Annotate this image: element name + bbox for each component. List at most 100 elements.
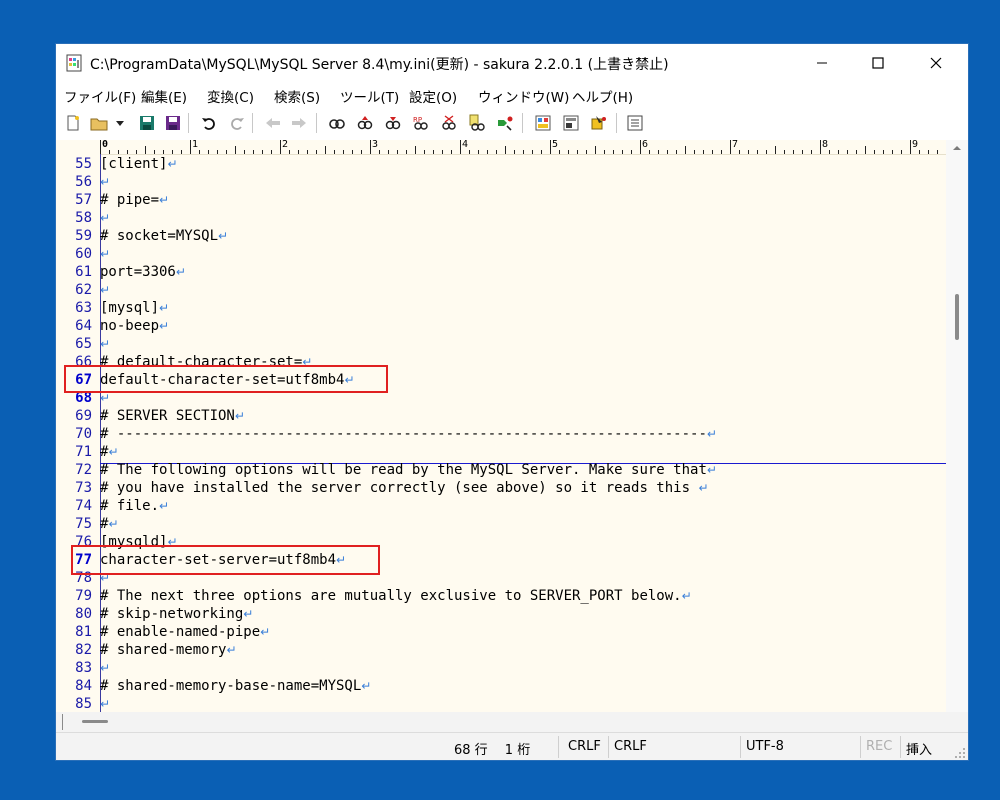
- encoding-indicator[interactable]: UTF-8: [746, 739, 784, 754]
- tag-jump-icon[interactable]: [496, 114, 514, 132]
- code-line[interactable]: ↵: [100, 695, 110, 713]
- line-number[interactable]: 65: [56, 335, 92, 353]
- code-line[interactable]: ↵: [100, 245, 110, 263]
- code-line[interactable]: # socket=MYSQL↵: [100, 227, 228, 245]
- menu-file[interactable]: ファイル(F): [64, 86, 136, 106]
- line-number[interactable]: 79: [56, 587, 92, 605]
- minimize-button[interactable]: [794, 44, 850, 82]
- replace-icon[interactable]: RP: [412, 114, 430, 132]
- code-line[interactable]: # file.↵: [100, 497, 169, 515]
- code-line[interactable]: port=3306↵: [100, 263, 186, 281]
- code-line[interactable]: # enable-named-pipe↵: [100, 623, 270, 641]
- line-number[interactable]: 58: [56, 209, 92, 227]
- line-number[interactable]: 71: [56, 443, 92, 461]
- vertical-scrollbar[interactable]: [946, 140, 968, 732]
- code-line[interactable]: #↵: [100, 515, 119, 533]
- save-all-icon[interactable]: [164, 114, 182, 132]
- open-folder-icon[interactable]: [90, 114, 108, 132]
- menu-settings[interactable]: 設定(O): [409, 86, 457, 106]
- search-prev-icon[interactable]: [356, 114, 374, 132]
- scroll-up-icon[interactable]: [946, 142, 968, 154]
- vertical-scroll-thumb[interactable]: [955, 294, 959, 340]
- menu-edit[interactable]: 編集(E): [141, 86, 187, 106]
- line-number[interactable]: 62: [56, 281, 92, 299]
- line-number[interactable]: 69: [56, 407, 92, 425]
- code-line[interactable]: # --------------------------------------…: [100, 425, 717, 443]
- search-icon[interactable]: [328, 114, 346, 132]
- line-number[interactable]: 63: [56, 299, 92, 317]
- toolbar-separator: [522, 113, 523, 133]
- rec-indicator[interactable]: REC: [866, 739, 892, 754]
- scroll-split-handle[interactable]: [62, 714, 63, 730]
- code-line[interactable]: ↵: [100, 173, 110, 191]
- resize-grip-icon[interactable]: [954, 747, 966, 759]
- line-number[interactable]: 64: [56, 317, 92, 335]
- code-line[interactable]: # skip-networking↵: [100, 605, 253, 623]
- code-line[interactable]: ↵: [100, 335, 110, 353]
- horizontal-scroll-thumb[interactable]: [82, 720, 108, 723]
- new-file-icon[interactable]: [64, 114, 82, 132]
- compare-icon[interactable]: [534, 114, 552, 132]
- settings-icon[interactable]: [626, 114, 644, 132]
- line-number[interactable]: 56: [56, 173, 92, 191]
- code-line[interactable]: #↵: [100, 443, 119, 461]
- ruler-label: 2: [282, 140, 289, 150]
- macro-icon[interactable]: [590, 114, 608, 132]
- outline-icon[interactable]: [562, 114, 580, 132]
- line-number[interactable]: 72: [56, 461, 92, 479]
- menu-search[interactable]: 検索(S): [274, 86, 320, 106]
- code-line[interactable]: # you have installed the server correctl…: [100, 479, 709, 497]
- grep-icon[interactable]: [468, 114, 486, 132]
- code-line[interactable]: # shared-memory↵: [100, 641, 237, 659]
- line-number[interactable]: 55: [56, 155, 92, 173]
- redo-icon[interactable]: [228, 114, 246, 132]
- code-line[interactable]: [mysql]↵: [100, 299, 169, 317]
- menu-convert[interactable]: 変換(C): [207, 86, 254, 106]
- line-number[interactable]: 70: [56, 425, 92, 443]
- eol-type-indicator[interactable]: CRLF: [568, 739, 601, 754]
- line-number[interactable]: 74: [56, 497, 92, 515]
- open-dropdown-icon[interactable]: [114, 114, 126, 132]
- text-content-area[interactable]: [client]↵ ↵ # pipe=↵ ↵ # socket=MYSQL↵ ↵ port=…: [100, 154, 946, 732]
- line-number[interactable]: 80: [56, 605, 92, 623]
- line-number[interactable]: 84: [56, 677, 92, 695]
- menu-help[interactable]: ヘルプ(H): [572, 86, 633, 106]
- maximize-button[interactable]: [850, 44, 906, 82]
- line-number[interactable]: 73: [56, 479, 92, 497]
- save-icon[interactable]: [138, 114, 156, 132]
- code-line[interactable]: ↵: [100, 209, 110, 227]
- code-line[interactable]: ↵: [100, 281, 110, 299]
- title-bar[interactable]: C:\ProgramData\MySQL\MySQL Server 8.4\my…: [56, 44, 968, 82]
- horizontal-scrollbar[interactable]: [56, 712, 968, 732]
- line-number[interactable]: 59: [56, 227, 92, 245]
- code-line[interactable]: # shared-memory-base-name=MYSQL↵: [100, 677, 371, 695]
- jump-forward-icon[interactable]: [290, 114, 308, 132]
- line-number[interactable]: 83: [56, 659, 92, 677]
- line-number[interactable]: 61: [56, 263, 92, 281]
- code-line[interactable]: ↵: [100, 659, 110, 677]
- input-eol-indicator[interactable]: CRLF: [614, 739, 647, 754]
- line-number[interactable]: 81: [56, 623, 92, 641]
- toolbar-separator: [252, 113, 253, 133]
- code-line[interactable]: # pipe=↵: [100, 191, 169, 209]
- line-number[interactable]: 75: [56, 515, 92, 533]
- line-number[interactable]: 60: [56, 245, 92, 263]
- line-number-gutter[interactable]: 55 56 57 58 59 60 61 62 63 64 65 66 67 68 69 70 71 72 73 74…: [56, 154, 101, 732]
- line-number[interactable]: 82: [56, 641, 92, 659]
- search-next-icon[interactable]: [384, 114, 402, 132]
- code-line[interactable]: # SERVER SECTION↵: [100, 407, 245, 425]
- jump-back-icon[interactable]: [264, 114, 282, 132]
- undo-icon[interactable]: [200, 114, 218, 132]
- menu-window[interactable]: ウィンドウ(W): [478, 86, 569, 106]
- close-button[interactable]: [908, 44, 964, 82]
- code-line[interactable]: no-beep↵: [100, 317, 169, 335]
- code-line[interactable]: [client]↵: [100, 155, 178, 173]
- code-line[interactable]: # The following options will be read by …: [100, 461, 717, 479]
- clear-mark-icon[interactable]: [440, 114, 458, 132]
- line-number[interactable]: 57: [56, 191, 92, 209]
- code-line[interactable]: # The next three options are mutually ex…: [100, 587, 692, 605]
- line-number[interactable]: 85: [56, 695, 92, 713]
- menu-tools[interactable]: ツール(T): [340, 86, 399, 106]
- insert-mode-indicator[interactable]: 挿入: [906, 739, 932, 758]
- text-editor[interactable]: 0 1 2 3 4 5 6 7 8 9 55 56 57 58 59 60 61 62 63 64…: [56, 140, 968, 732]
